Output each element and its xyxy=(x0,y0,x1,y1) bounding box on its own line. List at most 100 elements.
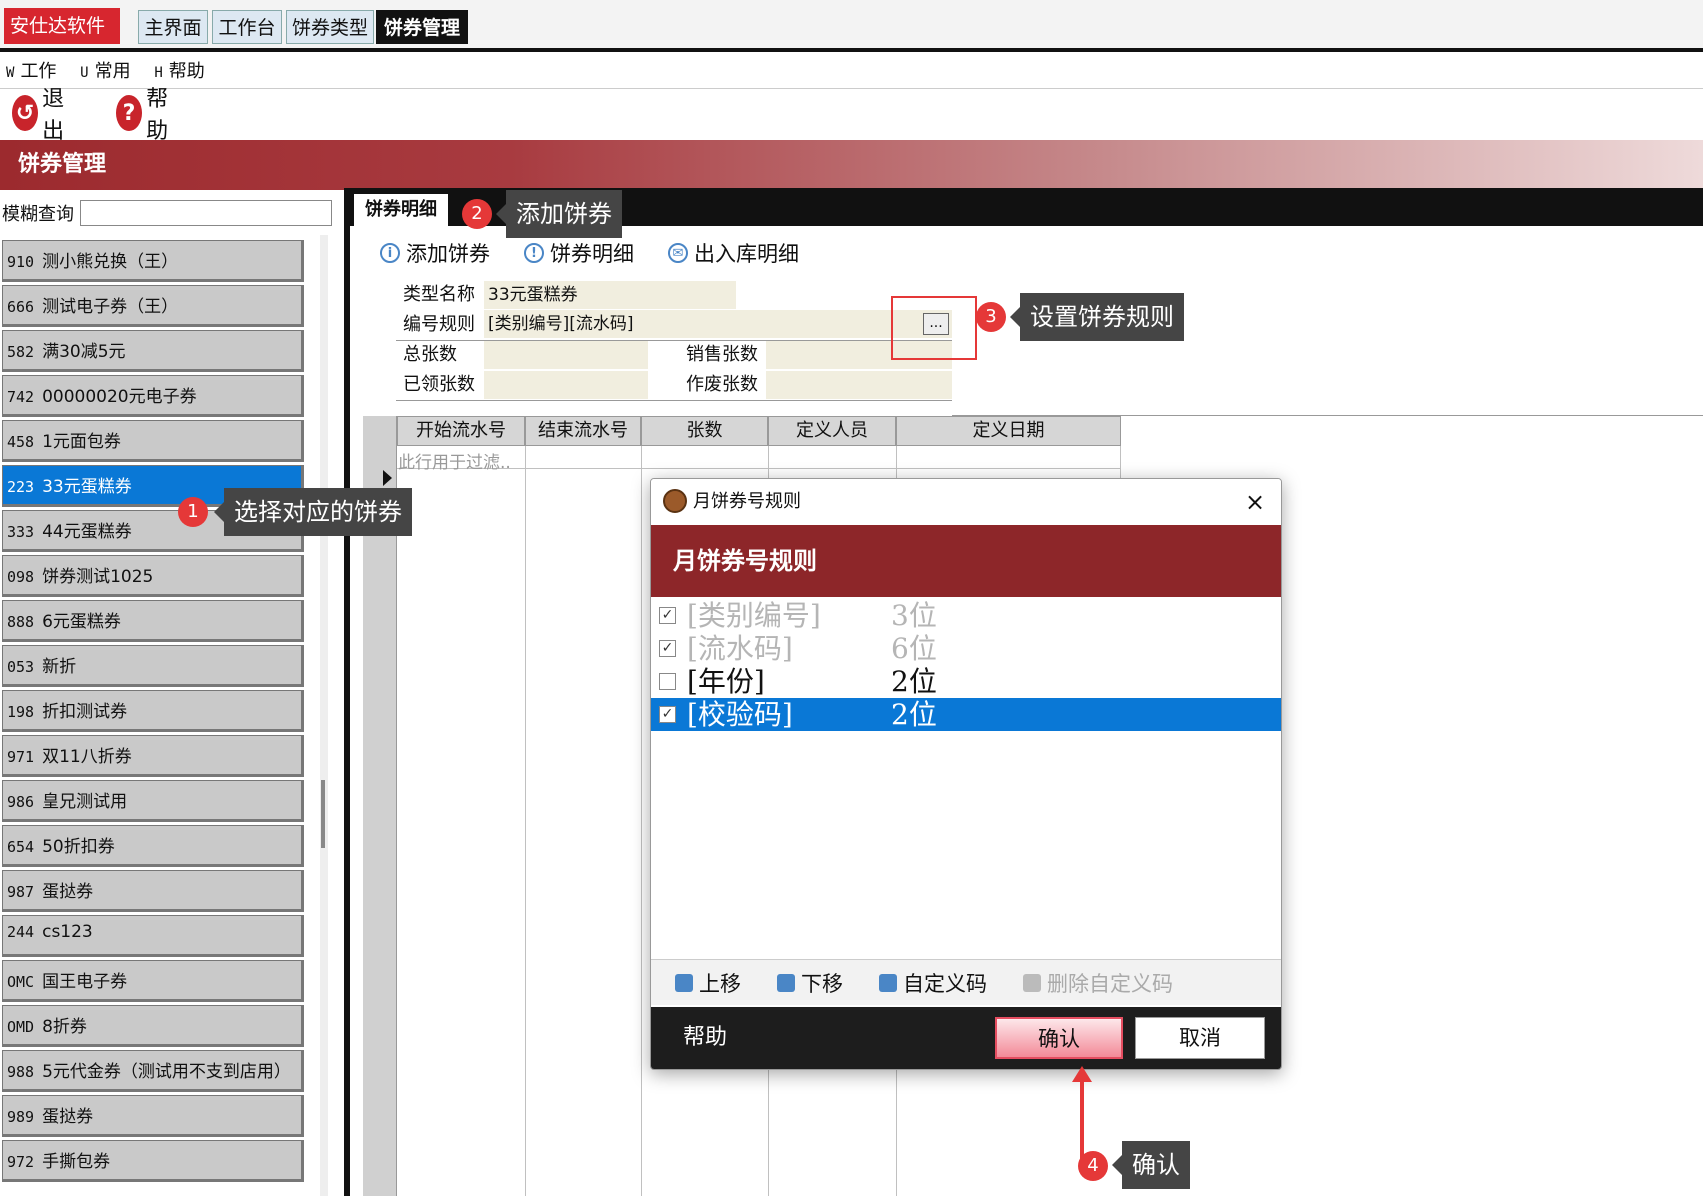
brand-menu-button[interactable]: 安仕达软件 ▾ xyxy=(4,8,120,73)
col-count[interactable]: 张数 xyxy=(641,416,768,446)
list-item-code: 971 xyxy=(7,748,35,766)
move-up-button[interactable]: 上移 xyxy=(675,968,741,998)
list-item[interactable]: 582 满30减5元 xyxy=(2,330,304,372)
rule-row[interactable]: ✓ [校验码] 2位 xyxy=(651,698,1281,731)
annotation-badge-2: 2 xyxy=(462,199,492,229)
tab-coupon-types[interactable]: 饼券类型 xyxy=(286,10,374,44)
list-item[interactable]: 666 测试电子券（王） xyxy=(2,285,304,327)
received-count-label: 已领张数 xyxy=(403,374,475,395)
list-item[interactable]: 987 蛋挞券 xyxy=(2,870,304,912)
grid-column-line xyxy=(525,446,526,1196)
received-count-field xyxy=(484,371,648,399)
help-button[interactable]: ? 帮助 xyxy=(116,87,178,144)
list-item[interactable]: 972 手撕包券 xyxy=(2,1140,304,1182)
panel-splitter[interactable] xyxy=(344,188,350,1196)
list-item[interactable]: OMC 国王电子券 xyxy=(2,960,304,1002)
list-item-code: 458 xyxy=(7,433,35,451)
dialog-title: 月饼券号规则 xyxy=(693,491,801,512)
dialog-close-button[interactable]: × xyxy=(1245,479,1265,525)
rule-checkbox[interactable]: ✓ xyxy=(659,706,676,723)
list-item-name: 新折 xyxy=(42,657,77,677)
confirm-button[interactable]: 确认 xyxy=(995,1017,1123,1059)
list-item-name: 折扣测试券 xyxy=(42,702,128,722)
tab-main[interactable]: 主界面 xyxy=(138,10,208,44)
coupon-detail-button[interactable]: ! 饼券明细 xyxy=(524,236,634,270)
help-label: 帮助 xyxy=(146,87,169,144)
rule-row[interactable]: ✓ [流水码] 6位 xyxy=(651,632,1281,665)
list-item[interactable]: 971 双11八折券 xyxy=(2,735,304,777)
dialog-header: 月饼券号规则 xyxy=(651,525,1281,597)
rule-checkbox[interactable] xyxy=(659,673,676,690)
col-end-serial[interactable]: 结束流水号 xyxy=(525,416,641,446)
tab-coupon-management[interactable]: 饼券管理 xyxy=(376,10,468,44)
delete-custom-code-button[interactable]: 删除自定义码 xyxy=(1023,968,1173,998)
void-count-field xyxy=(766,371,952,399)
move-down-button[interactable]: 下移 xyxy=(777,968,843,998)
menu-common[interactable]: U 常用 xyxy=(80,56,130,89)
list-item-name: 33元蛋糕券 xyxy=(42,477,132,497)
type-name-label: 类型名称 xyxy=(403,284,475,305)
page-title: 饼券管理 xyxy=(0,140,1703,190)
number-rule-label: 编号规则 xyxy=(403,314,475,335)
rule-checkbox[interactable]: ✓ xyxy=(659,607,676,624)
arrow-down-icon xyxy=(777,973,795,992)
coupon-number-rule-dialog: 月饼券号规则 × 月饼券号规则 ✓ [类别编号] 3位 ✓ [流水码] 6位 [年份] 2位 ✓… xyxy=(650,478,1282,1070)
list-scrollbar[interactable] xyxy=(320,235,328,1196)
exit-label: 退出 xyxy=(42,87,65,144)
rule-length: 2位 xyxy=(891,665,937,698)
list-item[interactable]: 198 折扣测试券 xyxy=(2,690,304,732)
list-item-name: 蛋挞券 xyxy=(42,882,94,902)
list-item[interactable]: 989 蛋挞券 xyxy=(2,1095,304,1137)
list-item-code: 910 xyxy=(7,253,35,271)
rule-row[interactable]: ✓ [类别编号] 3位 xyxy=(651,599,1281,632)
list-item[interactable]: 244 cs123 xyxy=(2,915,304,957)
dialog-help-button[interactable]: 帮助 xyxy=(683,1007,727,1069)
list-item[interactable]: 910 测小熊兑换（王） xyxy=(2,240,304,282)
list-item-name: 饼券测试1025 xyxy=(42,567,154,587)
fuzzy-search-input[interactable] xyxy=(80,200,332,226)
list-item[interactable]: 888 6元蛋糕券 xyxy=(2,600,304,642)
list-item-code: 333 xyxy=(7,523,35,541)
list-item-name: 皇兄测试用 xyxy=(42,792,128,812)
rule-length: 3位 xyxy=(891,599,937,632)
annotation-badge-1: 1 xyxy=(178,497,208,527)
list-item[interactable]: 654 50折扣券 xyxy=(2,825,304,867)
tab-coupon-detail[interactable]: 饼券明细 xyxy=(354,194,448,228)
list-item-code: 098 xyxy=(7,568,35,586)
list-item-code: 223 xyxy=(7,478,35,496)
col-defined-by[interactable]: 定义人员 xyxy=(768,416,896,446)
list-item-code: 654 xyxy=(7,838,35,856)
void-count-label: 作废张数 xyxy=(686,374,758,395)
custom-code-button[interactable]: 自定义码 xyxy=(879,968,987,998)
cancel-button[interactable]: 取消 xyxy=(1135,1017,1265,1059)
list-item[interactable]: 986 皇兄测试用 xyxy=(2,780,304,822)
rule-row[interactable]: [年份] 2位 xyxy=(651,665,1281,698)
number-rule-field: [类别编号][流水码] xyxy=(484,310,952,338)
list-item[interactable]: 053 新折 xyxy=(2,645,304,687)
tab-workbench[interactable]: 工作台 xyxy=(212,10,282,44)
col-start-serial[interactable]: 开始流水号 xyxy=(397,416,525,446)
rule-name: [校验码] xyxy=(687,698,793,731)
list-item[interactable]: 458 1元面包券 xyxy=(2,420,304,462)
rule-name: [流水码] xyxy=(687,632,793,665)
rule-length: 6位 xyxy=(891,632,937,665)
annotation-callout-4: 确认 xyxy=(1112,1141,1190,1189)
rule-checkbox[interactable]: ✓ xyxy=(659,640,676,657)
exit-button[interactable]: ↺ 退出 xyxy=(12,87,74,144)
list-item-code: 244 xyxy=(7,923,35,941)
list-item-name: 蛋挞券 xyxy=(42,1107,94,1127)
list-item-code: 986 xyxy=(7,793,35,811)
list-item[interactable]: 988 5元代金券（测试用不支到店用） xyxy=(2,1050,304,1092)
list-scrollbar-thumb[interactable] xyxy=(321,780,325,848)
list-item[interactable]: 742 00000020元电子券 xyxy=(2,375,304,417)
list-item-code: 053 xyxy=(7,658,35,676)
list-item[interactable]: OMD 8折券 xyxy=(2,1005,304,1047)
list-item[interactable]: 098 饼券测试1025 xyxy=(2,555,304,597)
stock-inout-detail-button[interactable]: ✉ 出入库明细 xyxy=(668,236,799,270)
list-item-name: 8折券 xyxy=(42,1017,87,1037)
list-item-name: 44元蛋糕券 xyxy=(42,522,132,542)
add-coupon-button[interactable]: i 添加饼券 xyxy=(380,236,490,270)
fuzzy-search-label: 模糊查询 xyxy=(2,204,74,225)
col-defined-date[interactable]: 定义日期 xyxy=(896,416,1121,446)
grid-filter-row[interactable]: 此行用于过滤.. xyxy=(398,448,511,473)
